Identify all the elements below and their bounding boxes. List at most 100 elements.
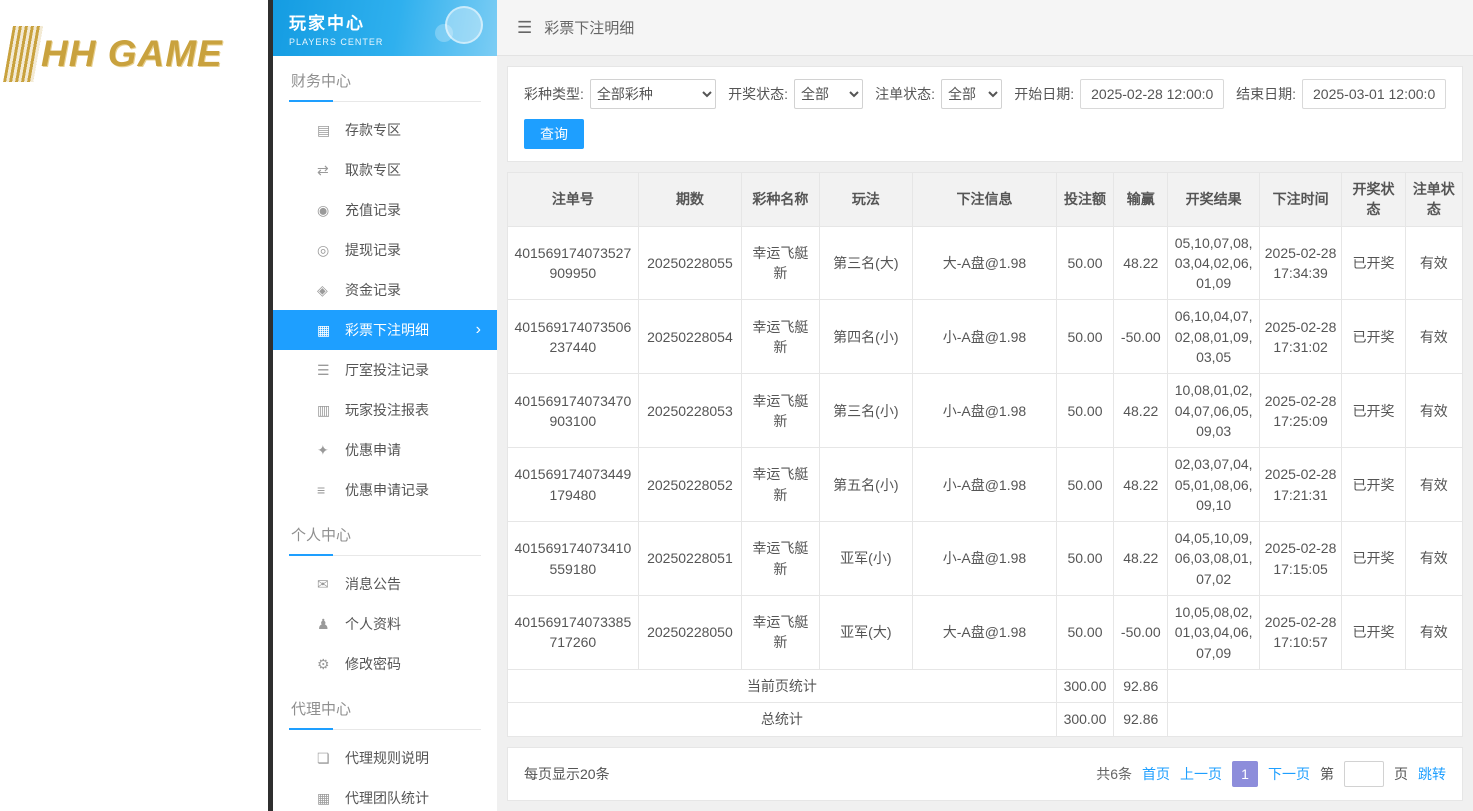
sidebar-item-change-password[interactable]: ⚙ 修改密码 — [273, 644, 497, 684]
bell-icon: ✉ — [317, 575, 329, 592]
content: 彩种类型: 全部彩种 开奖状态: 全部 注单状态: 全部 开始日期: 结束日期: — [497, 56, 1473, 811]
cell-draw-status: 已开奖 — [1341, 225, 1406, 301]
sidebar-item-promo-application-records[interactable]: ≡ 优惠申请记录 — [273, 470, 497, 510]
cell-lottery-name: 幸运飞艇新 — [741, 447, 820, 523]
sidebar-item-profile[interactable]: ♟ 个人资料 — [273, 604, 497, 644]
cell-win-loss: 48.22 — [1113, 521, 1169, 597]
sidebar-item-label: 代理团队统计 — [345, 790, 429, 806]
cell-bet-time: 2025-02-28 17:10:57 — [1258, 595, 1343, 670]
summary-label: 总统计 — [507, 702, 1057, 737]
cell-play-type: 第三名(大) — [818, 225, 914, 301]
filter-card: 彩种类型: 全部彩种 开奖状态: 全部 注单状态: 全部 开始日期: 结束日期: — [507, 66, 1463, 162]
cell-bet-number: 401569174073449179480 — [507, 447, 639, 523]
cell-bet-info: 小-A盘@1.98 — [912, 373, 1057, 449]
start-date-label: 开始日期: — [1014, 86, 1075, 102]
cell-lottery-name: 幸运飞艇新 — [741, 373, 820, 449]
sidebar-item-withdraw-zone[interactable]: ⇄ 取款专区 — [273, 150, 497, 190]
chart-icon: ▦ — [317, 789, 331, 806]
cell-lottery-name: 幸运飞艇新 — [741, 595, 820, 670]
hall-bet-record-icon: ☰ — [317, 361, 330, 378]
query-button[interactable]: 查询 — [524, 119, 584, 149]
document-icon: ❏ — [317, 749, 330, 766]
sidebar-item-player-bet-report[interactable]: ▥ 玩家投注报表 — [273, 390, 497, 430]
draw-status-label: 开奖状态: — [728, 86, 789, 102]
page-jump-input[interactable] — [1344, 760, 1384, 787]
cell-draw-result: 06,10,04,07,02,08,01,09,03,05 — [1167, 299, 1260, 375]
sidebar-item-agent-team-stats[interactable]: ▦ 代理团队统计 — [273, 778, 497, 811]
jump-link[interactable]: 跳转 — [1418, 764, 1446, 784]
sidebar-item-announcements[interactable]: ✉ 消息公告 — [273, 564, 497, 604]
bet-status-select[interactable]: 全部 — [941, 79, 1003, 109]
pager: 共6条 首页 上一页 1 下一页 第 页 跳转 — [1096, 760, 1446, 787]
page-suffix-label: 页 — [1394, 765, 1408, 782]
sidebar-item-recharge-records[interactable]: ◉ 充值记录 — [273, 190, 497, 230]
sidebar-item-label: 资金记录 — [345, 282, 401, 298]
menu-toggle-icon[interactable]: ☰ — [517, 18, 532, 38]
section-title-personal: 个人中心 — [289, 524, 481, 556]
cell-bet-info: 大-A盘@1.98 — [912, 225, 1057, 301]
cell-bet-status: 有效 — [1404, 447, 1464, 523]
summary-winloss-total: 92.86 — [1113, 668, 1169, 704]
cell-bet-time: 2025-02-28 17:25:09 — [1258, 373, 1343, 449]
sidebar-item-promo-application[interactable]: ✦ 优惠申请 — [273, 430, 497, 470]
cell-draw-status: 已开奖 — [1341, 299, 1406, 375]
chevron-right-icon: › — [475, 321, 481, 338]
cell-bet-time: 2025-02-28 17:31:02 — [1258, 299, 1343, 375]
cell-lottery-name: 幸运飞艇新 — [741, 225, 820, 301]
lottery-bet-detail-icon: ▦ — [317, 321, 331, 338]
bet-table: 注单号 期数 彩种名称 玩法 下注信息 投注额 输赢 开奖结果 下注时间 开奖状态 注单状态 401… — [507, 172, 1464, 737]
sidebar-item-deposit-zone[interactable]: ▤ 存款专区 — [273, 110, 497, 150]
prev-page-link[interactable]: 上一页 — [1180, 764, 1222, 784]
cell-bet-status: 有效 — [1404, 595, 1464, 670]
cell-play-type: 亚军(大) — [818, 595, 914, 670]
cell-win-loss: -50.00 — [1113, 595, 1169, 670]
cell-draw-status: 已开奖 — [1341, 521, 1406, 597]
summary-empty — [1167, 668, 1463, 704]
sidebar-item-label: 修改密码 — [345, 656, 401, 672]
user-icon: ♟ — [317, 615, 330, 632]
table-header-cell: 投注额 — [1055, 172, 1115, 227]
cell-draw-status: 已开奖 — [1341, 595, 1406, 670]
cell-bet-amount: 50.00 — [1055, 299, 1115, 375]
current-page-badge[interactable]: 1 — [1232, 760, 1258, 787]
logo-stripes-decoration — [3, 26, 43, 82]
cell-bet-amount: 50.00 — [1055, 373, 1115, 449]
cell-bet-time: 2025-02-28 17:15:05 — [1258, 521, 1343, 597]
page-prefix-label: 第 — [1320, 765, 1334, 782]
lottery-type-select[interactable]: 全部彩种 — [589, 79, 717, 109]
sidebar-item-agent-rules[interactable]: ❏ 代理规则说明 — [273, 738, 497, 778]
table-head: 注单号 期数 彩种名称 玩法 下注信息 投注额 输赢 开奖结果 下注时间 开奖状态 注单状态 — [507, 172, 1464, 227]
cell-bet-status: 有效 — [1404, 521, 1464, 597]
sidebar-item-withdrawal-records[interactable]: ◎ 提现记录 — [273, 230, 497, 270]
sidebar-item-hall-bet-records[interactable]: ☰ 厅室投注记录 — [273, 350, 497, 390]
cell-bet-amount: 50.00 — [1055, 595, 1115, 670]
table-row: 401569174073527909950 20250228055 幸运飞艇新 … — [507, 225, 1464, 301]
cell-lottery-name: 幸运飞艇新 — [741, 299, 820, 375]
first-page-link[interactable]: 首页 — [1142, 764, 1170, 784]
cell-draw-result: 10,05,08,02,01,03,04,06,07,09 — [1167, 595, 1260, 670]
end-date-input[interactable] — [1302, 79, 1447, 109]
sidebar-item-lottery-bet-details[interactable]: ▦ 彩票下注明细 › — [273, 310, 497, 350]
section-title-finance: 财务中心 — [289, 70, 481, 102]
sidebar-header: 玩家中心 PLAYERS CENTER — [273, 0, 497, 56]
topbar: ☰ 彩票下注明细 — [497, 0, 1473, 56]
withdraw-icon: ⇄ — [317, 161, 329, 178]
summary-bet-total: 300.00 — [1055, 702, 1115, 737]
cell-bet-status: 有效 — [1404, 225, 1464, 301]
sidebar-item-label: 代理规则说明 — [345, 750, 429, 766]
sidebar-item-label: 取款专区 — [345, 162, 401, 178]
sidebar-item-label: 厅室投注记录 — [345, 362, 429, 378]
player-report-icon: ▥ — [317, 401, 331, 418]
draw-status-select[interactable]: 全部 — [794, 79, 864, 109]
bet-table-card: 注单号 期数 彩种名称 玩法 下注信息 投注额 输赢 开奖结果 下注时间 开奖状态 注单状态 401… — [507, 172, 1464, 737]
sidebar-item-label: 玩家投注报表 — [345, 402, 429, 418]
next-page-link[interactable]: 下一页 — [1268, 764, 1310, 784]
deposit-icon: ▤ — [317, 121, 331, 138]
start-date-input[interactable] — [1080, 79, 1225, 109]
sidebar-item-fund-records[interactable]: ◈ 资金记录 — [273, 270, 497, 310]
table-header-cell: 注单号 — [507, 172, 639, 227]
table-row: 401569174073470903100 20250228053 幸运飞艇新 … — [507, 373, 1464, 449]
table-header-cell: 输赢 — [1113, 172, 1169, 227]
table-header-row: 注单号 期数 彩种名称 玩法 下注信息 投注额 输赢 开奖结果 下注时间 开奖状态 注单状态 — [507, 172, 1464, 227]
cell-win-loss: 48.22 — [1113, 225, 1169, 301]
